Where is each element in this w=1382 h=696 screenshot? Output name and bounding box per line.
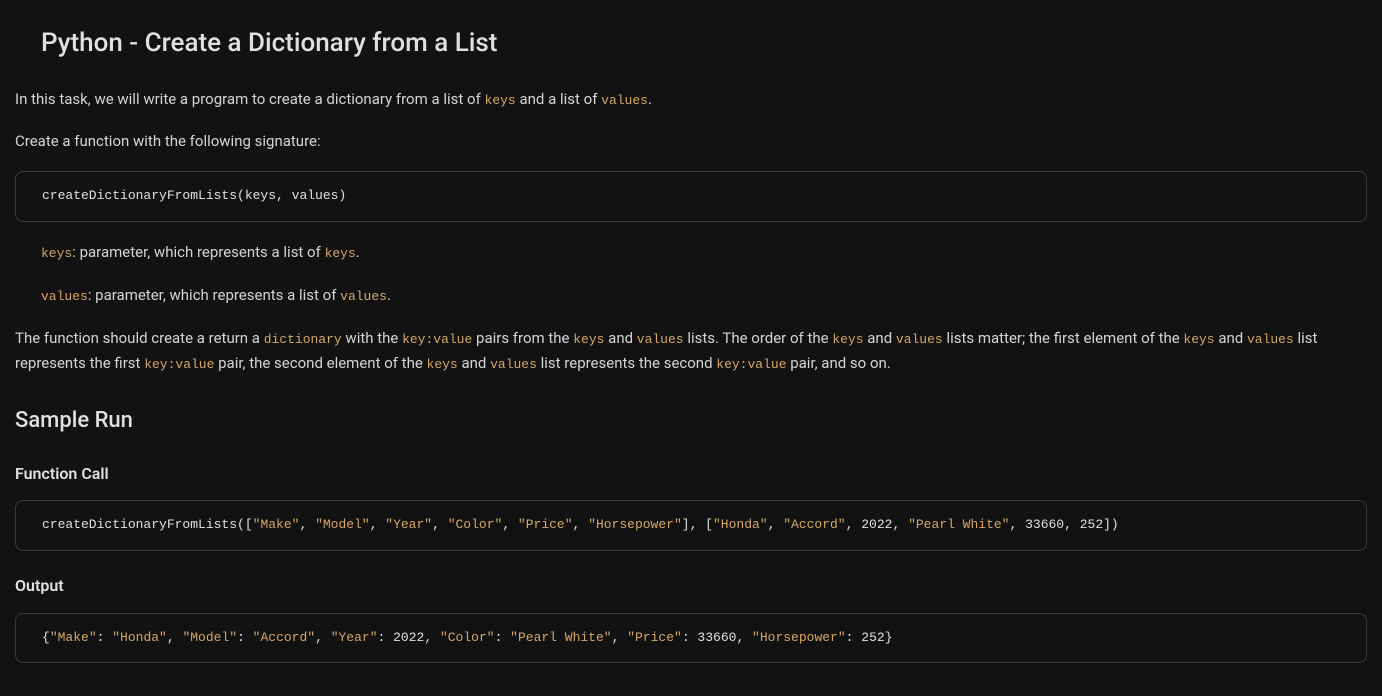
param-values: values: parameter, which represents a li…	[41, 283, 1367, 308]
page-title: Python - Create a Dictionary from a List	[41, 23, 1367, 65]
function-call-heading: Function Call	[15, 461, 1367, 487]
param-keys: keys: parameter, which represents a list…	[41, 240, 1367, 265]
inline-code: keys	[1183, 332, 1214, 347]
signature-code-block: createDictionaryFromLists(keys, values)	[15, 171, 1367, 222]
inline-code: keys	[325, 246, 356, 261]
inline-code: values	[1247, 332, 1294, 347]
inline-code: dictionary	[264, 332, 342, 347]
inline-code: values	[896, 332, 943, 347]
param-list: keys: parameter, which represents a list…	[15, 240, 1367, 308]
inline-code: keys	[427, 357, 458, 372]
inline-code: key:value	[716, 357, 786, 372]
inline-code: values	[601, 93, 648, 108]
inline-code: keys	[485, 93, 516, 108]
description-paragraph: The function should create a return a di…	[15, 326, 1367, 376]
inline-code: keys	[573, 332, 604, 347]
intro-paragraph: In this task, we will write a program to…	[15, 87, 1367, 112]
inline-code: keys	[41, 246, 72, 261]
inline-code: values	[340, 289, 387, 304]
inline-code: values	[41, 289, 88, 304]
inline-code: key:value	[402, 332, 472, 347]
inline-code: values	[490, 357, 537, 372]
sample-run-heading: Sample Run	[15, 403, 1367, 438]
output-heading: Output	[15, 573, 1367, 599]
output-code-block: {"Make": "Honda", "Model": "Accord", "Ye…	[15, 613, 1367, 664]
inline-code: keys	[832, 332, 863, 347]
inline-code: values	[637, 332, 684, 347]
signature-prompt: Create a function with the following sig…	[15, 129, 1367, 153]
inline-code: key:value	[144, 357, 214, 372]
function-call-code-block: createDictionaryFromLists(["Make", "Mode…	[15, 500, 1367, 551]
